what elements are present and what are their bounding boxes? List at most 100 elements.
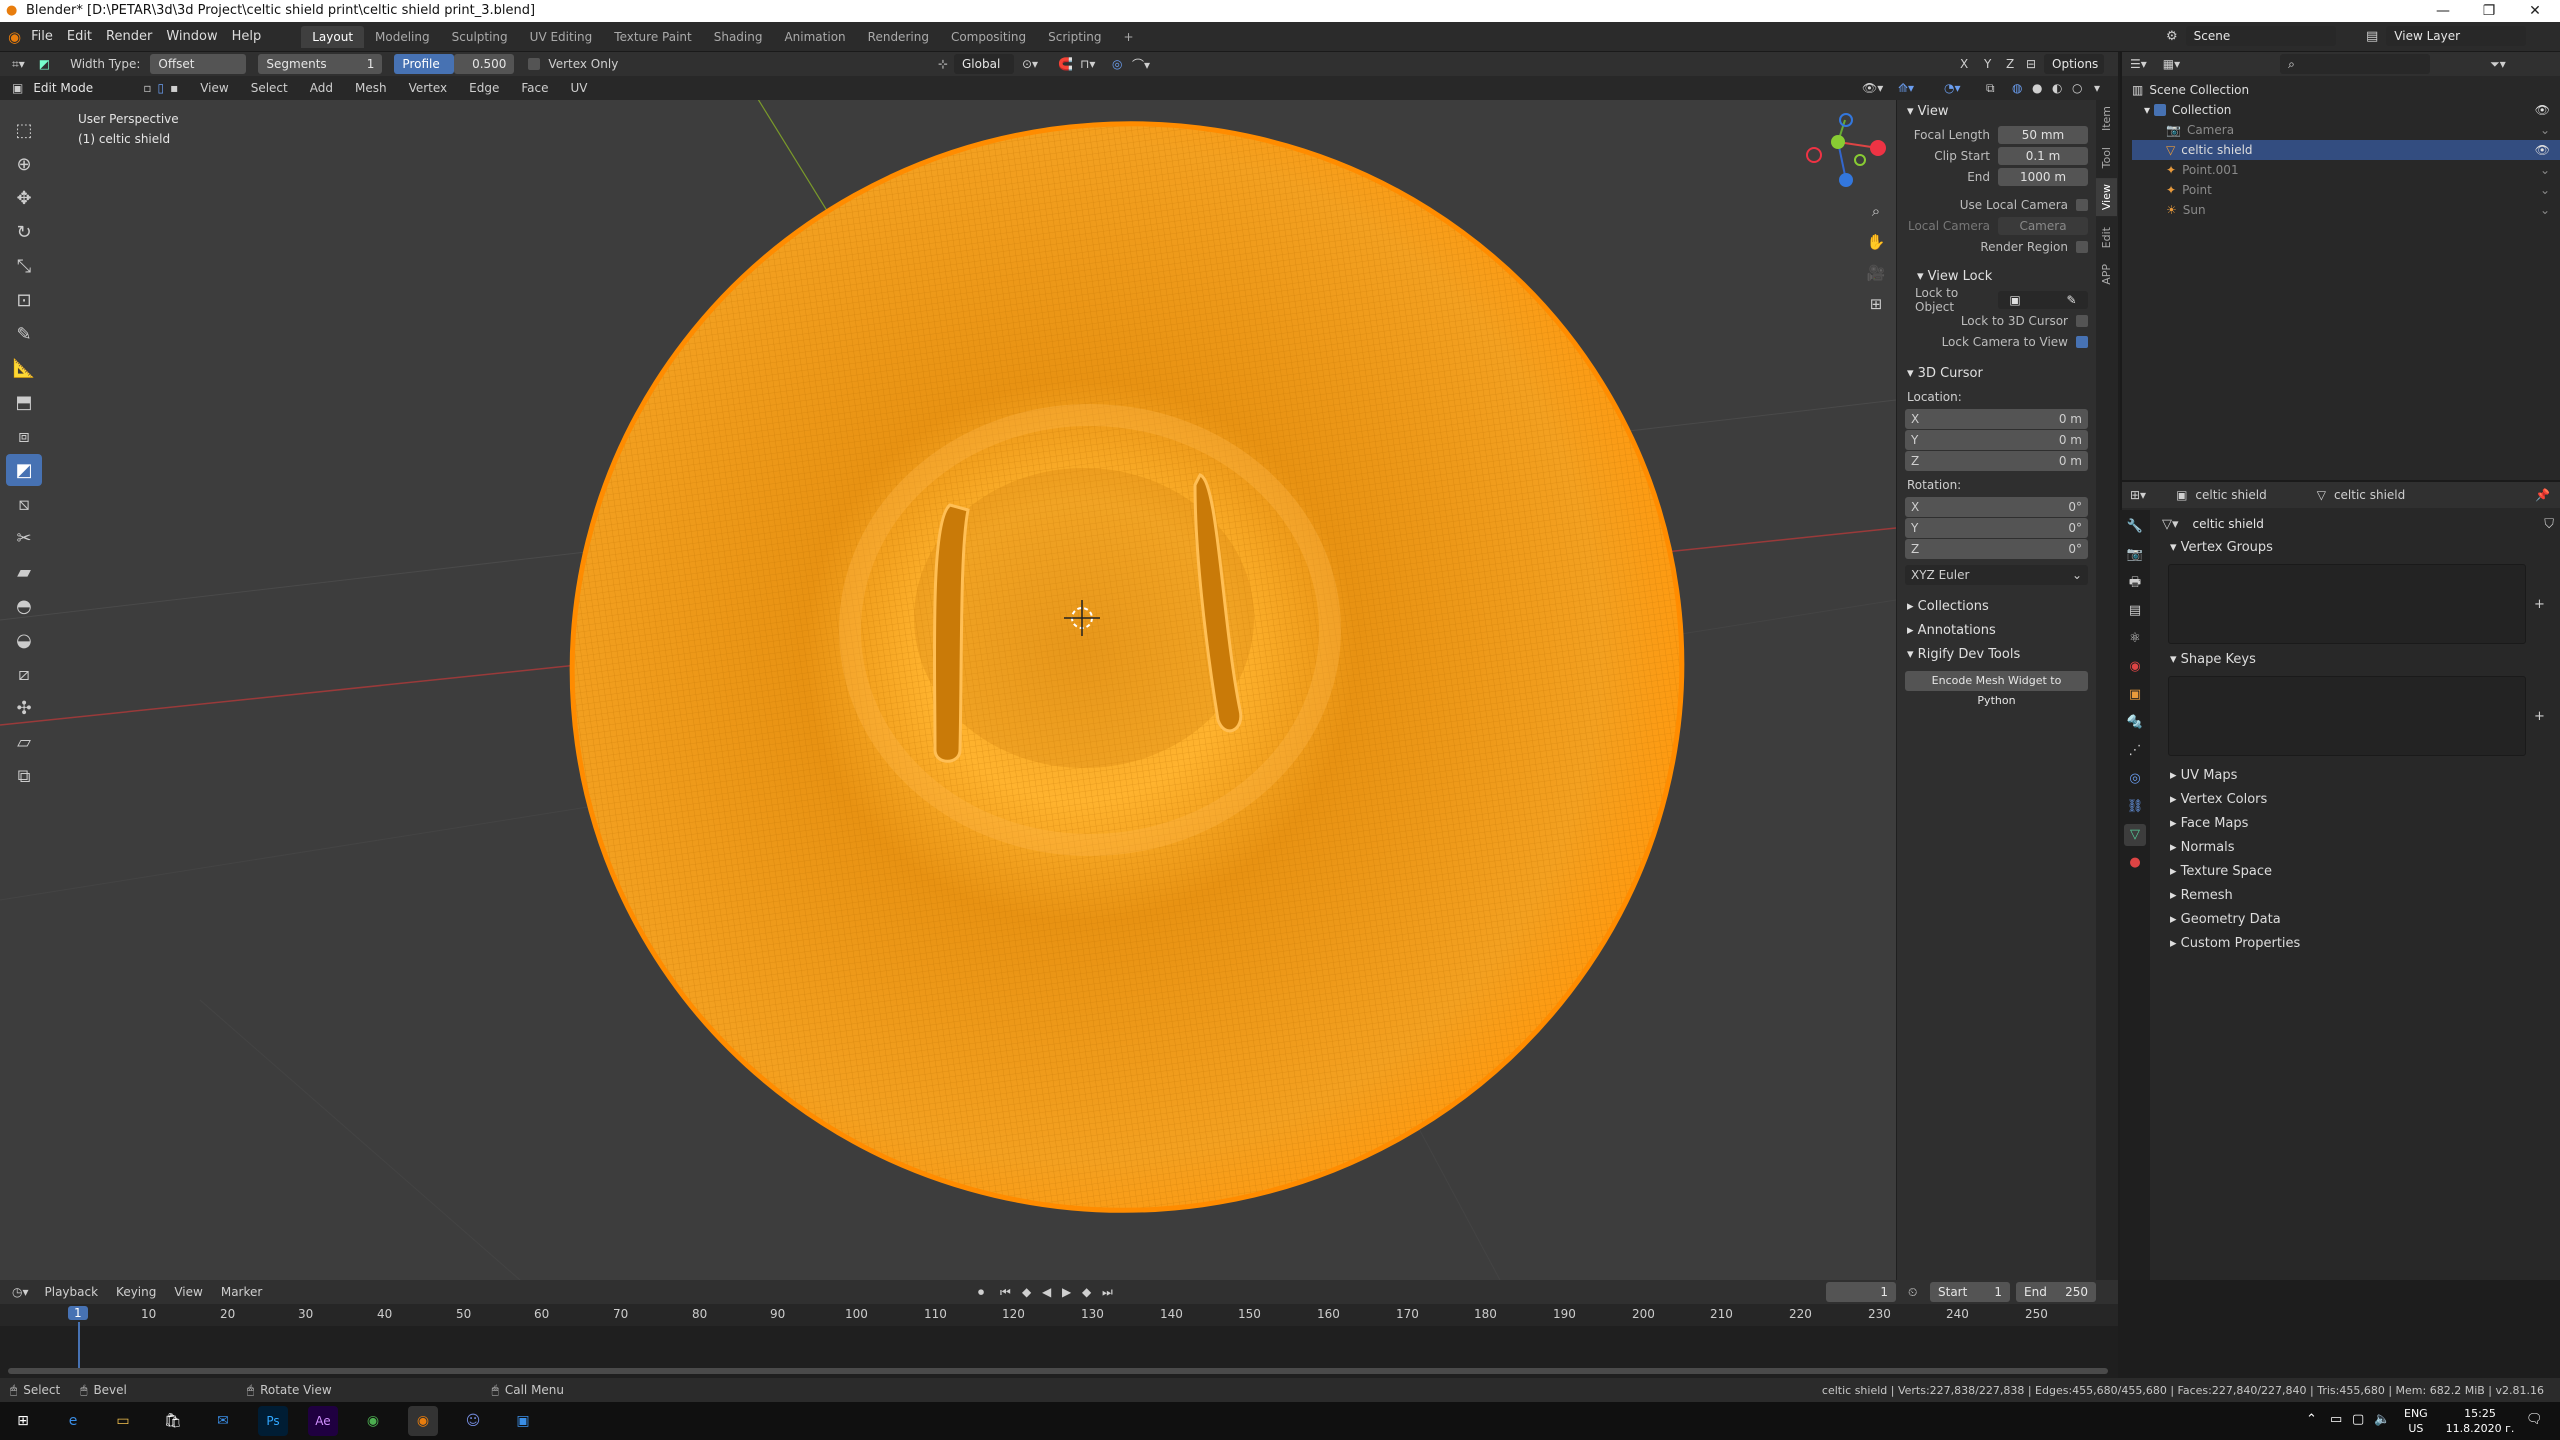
collections-header[interactable]: ▸ Collections — [1897, 595, 2096, 619]
clip-start-field[interactable]: 0.1 m — [1998, 147, 2088, 165]
cursor-loc-z-field[interactable]: Z 0 m — [1905, 451, 2088, 471]
smooth-tool-icon[interactable]: ◒ — [6, 624, 42, 656]
tab-compositing[interactable]: Compositing — [940, 26, 1037, 48]
3d-cursor-header[interactable]: ▾ 3D Cursor — [1897, 362, 2096, 386]
tab-rendering[interactable]: Rendering — [857, 26, 940, 48]
extrude-tool-icon[interactable]: ⬒ — [6, 386, 42, 418]
photoshop-icon[interactable]: Ps — [258, 1406, 288, 1436]
chevron-down-icon[interactable]: ⌄ — [2540, 160, 2550, 180]
menu-playback[interactable]: Playback — [45, 1285, 99, 1299]
remesh-section[interactable]: ▸ Remesh — [2162, 884, 2554, 908]
rotate-tool-icon[interactable]: ↻ — [6, 216, 42, 248]
notifications-icon[interactable]: 🗨 — [2526, 1412, 2543, 1427]
rip-tool-icon[interactable]: ⧉ — [6, 760, 42, 792]
render-tab-icon[interactable]: 📷 — [2124, 544, 2146, 566]
timeline-ruler[interactable]: 1 10 20 30 40 50 60 70 80 90 100 110 120… — [0, 1304, 2118, 1326]
select-box-tool-icon[interactable]: ⬚ — [6, 114, 42, 146]
fake-user-shield-icon[interactable]: ⛉ — [2544, 517, 2554, 532]
tab-uv-editing[interactable]: UV Editing — [519, 26, 604, 48]
output-tab-icon[interactable]: 🖶 — [2124, 572, 2146, 594]
shear-tool-icon[interactable]: ▱ — [6, 726, 42, 758]
spin-tool-icon[interactable]: ◓ — [6, 590, 42, 622]
vertex-groups-list[interactable] — [2168, 564, 2526, 644]
clock[interactable]: 15:25 11.8.2020 г. — [2440, 1406, 2520, 1436]
mirror-y-label[interactable]: Y — [1984, 57, 1991, 71]
shrink-fatten-tool-icon[interactable]: ✣ — [6, 692, 42, 724]
tab-sculpting[interactable]: Sculpting — [441, 26, 519, 48]
cursor-rot-x-field[interactable]: X 0° — [1905, 497, 2088, 517]
texture-space-section[interactable]: ▸ Texture Space — [2162, 860, 2554, 884]
menu-face[interactable]: Face — [521, 81, 548, 95]
mode-dropdown[interactable]: Edit Mode — [29, 78, 130, 98]
annotations-header[interactable]: ▸ Annotations — [1897, 619, 2096, 643]
tray-chevron-icon[interactable]: ⌃ — [2306, 1412, 2317, 1427]
tab-tool[interactable]: Tool — [2096, 141, 2117, 174]
edge-browser-icon[interactable]: e — [58, 1406, 88, 1436]
navigation-gizmo[interactable] — [1806, 113, 1886, 187]
scene-name[interactable]: Scene — [2185, 26, 2336, 46]
cursor-loc-x-field[interactable]: X 0 m — [1905, 409, 2088, 429]
local-camera-field[interactable]: Camera — [1998, 217, 2088, 235]
menu-marker[interactable]: Marker — [221, 1285, 262, 1299]
tab-edit[interactable]: Edit — [2096, 221, 2117, 254]
3d-viewport[interactable]: User Perspective (1) celtic shield ⌕ ✋ 🎥… — [0, 100, 1896, 1280]
add-icon[interactable]: + — [2534, 597, 2554, 612]
tool-tab-icon[interactable]: 🔧 — [2124, 516, 2146, 538]
current-frame-indicator[interactable]: 1 — [68, 1306, 88, 1320]
menu-vertex[interactable]: Vertex — [409, 81, 448, 95]
particles-tab-icon[interactable]: ⋰ — [2124, 740, 2146, 762]
menu-view[interactable]: View — [200, 81, 228, 95]
transform-orientation-dropdown[interactable]: Global — [954, 54, 1014, 74]
record-icon[interactable]: ⏺ — [978, 1285, 984, 1300]
display-mode-icon[interactable]: ▦▾ — [2163, 57, 2180, 71]
gizmo-icon[interactable]: ⟰▾ — [1898, 81, 1914, 95]
edge-slide-tool-icon[interactable]: ⧄ — [6, 658, 42, 690]
close-window-button[interactable]: ✕ — [2512, 0, 2558, 22]
menu-window[interactable]: Window — [166, 29, 217, 44]
view-layer-name[interactable]: View Layer — [2386, 26, 2527, 46]
tab-shading[interactable]: Shading — [703, 26, 774, 48]
jump-start-icon[interactable]: ⏮ — [1000, 1285, 1011, 1300]
vertex-select-icon[interactable]: ▫ — [143, 81, 151, 95]
minimize-button[interactable]: — — [2420, 0, 2466, 22]
start-icon[interactable]: ⊞ — [8, 1406, 38, 1436]
use-local-camera-checkbox[interactable] — [2076, 199, 2088, 211]
focal-length-field[interactable]: 50 mm — [1998, 126, 2088, 144]
collection-checkbox[interactable] — [2154, 104, 2167, 116]
shape-keys-list[interactable] — [2168, 676, 2526, 756]
menu-help[interactable]: Help — [232, 29, 262, 44]
tab-texture-paint[interactable]: Texture Paint — [603, 26, 702, 48]
store-icon[interactable]: 🛍 — [158, 1406, 188, 1436]
blender-menu-icon[interactable]: ◉ — [8, 28, 21, 46]
filter-icon[interactable]: ⏷▾ — [2490, 57, 2506, 72]
play-reverse-icon[interactable]: ◀ — [1042, 1285, 1051, 1299]
custom-properties-section[interactable]: ▸ Custom Properties — [2162, 932, 2554, 956]
measure-tool-icon[interactable]: 📐 — [6, 352, 42, 384]
rendered-shading-icon[interactable]: ○ — [2072, 81, 2082, 95]
properties-editor-icon[interactable]: ⊞▾ — [2130, 488, 2146, 502]
add-icon[interactable]: + — [2534, 709, 2554, 724]
move-tool-icon[interactable]: ✥ — [6, 182, 42, 214]
knife-tool-icon[interactable]: ✂ — [6, 522, 42, 554]
object-tab-icon[interactable]: ▣ — [2124, 684, 2146, 706]
language-indicator[interactable]: ENG US — [2404, 1406, 2428, 1436]
tray-volume-icon[interactable]: 🔈 — [2374, 1412, 2390, 1427]
tab-item[interactable]: Item — [2096, 100, 2117, 137]
lock-camera-to-view-checkbox[interactable] — [2076, 336, 2088, 348]
falloff-icon[interactable]: ⌒▾ — [1132, 56, 1150, 73]
zoom-icon[interactable]: ⌕ — [1864, 196, 1888, 227]
tab-view[interactable]: View — [2096, 178, 2117, 217]
playhead-line[interactable] — [78, 1322, 80, 1370]
inset-tool-icon[interactable]: ⧈ — [6, 420, 42, 452]
shading-options-icon[interactable]: ▾ — [2094, 81, 2100, 95]
outliner-item-sun[interactable]: ☀ Sun ⌄ — [2132, 200, 2560, 220]
tab-layout[interactable]: Layout — [301, 25, 365, 48]
auto-merge-icon[interactable]: ⊟ — [2026, 57, 2036, 71]
proportional-edit-icon[interactable]: ◎ — [1112, 57, 1122, 71]
world-tab-icon[interactable]: ◉ — [2124, 656, 2146, 678]
menu-file[interactable]: File — [31, 29, 53, 44]
xray-icon[interactable]: ⧉ — [1986, 81, 1995, 96]
scene-tab-icon[interactable]: ⚛ — [2124, 628, 2146, 650]
menu-edit[interactable]: Edit — [67, 29, 92, 44]
vertex-groups-header[interactable]: ▾ Vertex Groups — [2162, 536, 2554, 560]
